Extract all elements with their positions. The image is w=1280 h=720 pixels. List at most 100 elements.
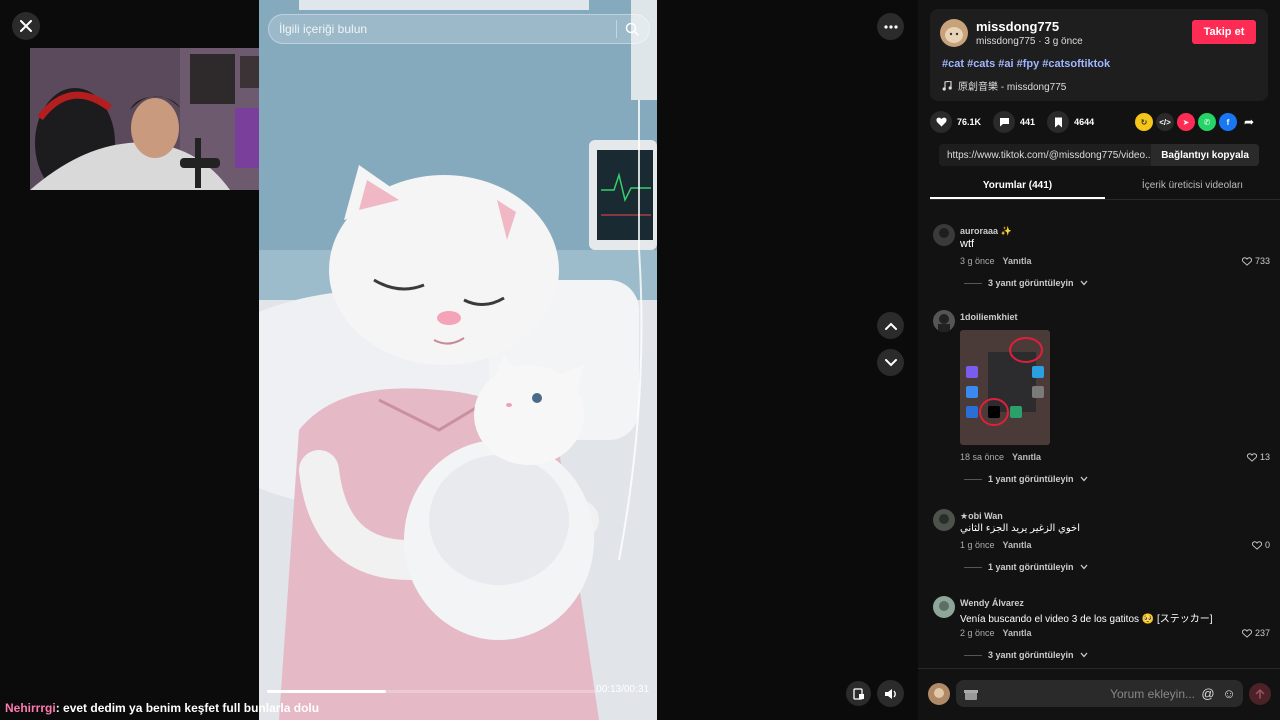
mention-icon[interactable]: @ [1200, 686, 1216, 702]
video-info-card: missdong775 missdong775 · 3 g önce Takip… [930, 9, 1268, 101]
floating-player-button[interactable] [846, 681, 871, 706]
reply-button[interactable]: Yanıtla [1003, 540, 1032, 550]
save-stat[interactable]: 4644 [1047, 111, 1094, 133]
reply-button[interactable]: Yanıtla [1012, 452, 1041, 462]
commenter-avatar[interactable] [933, 509, 955, 531]
commenter-avatar[interactable] [933, 596, 955, 618]
comment-like[interactable]: 13 [1246, 452, 1270, 462]
more-options-button[interactable] [877, 13, 904, 40]
comment-meta: 18 sa önce Yanıtla [960, 452, 1041, 462]
heart-icon [935, 117, 947, 127]
search-icon[interactable] [625, 22, 639, 36]
chevron-down-icon [1080, 652, 1088, 658]
commenter-avatar[interactable] [933, 310, 955, 332]
volume-icon [884, 688, 896, 699]
comment-like[interactable]: 237 [1241, 628, 1270, 638]
details-panel: missdong775 missdong775 · 3 g önce Takip… [918, 0, 1280, 720]
view-replies-label: 3 yanıt görüntüleyin [988, 650, 1074, 660]
close-icon [20, 20, 32, 32]
search-input[interactable] [279, 22, 608, 36]
music-info[interactable]: 原創音樂 - missdong775 [942, 78, 1066, 93]
video-link-box: https://www.tiktok.com/@missdong775/vide… [939, 144, 1259, 166]
view-replies-label: 3 yanıt görüntüleyin [988, 278, 1074, 288]
like-stat[interactable]: 76.1K [930, 111, 981, 133]
comment-text: اخوي الزغير يريد الجزء الثاني [960, 523, 1081, 534]
progress-fill [267, 690, 386, 693]
like-count: 76.1K [957, 117, 982, 127]
author-name[interactable]: missdong775 [976, 19, 1059, 34]
author-avatar[interactable] [940, 19, 968, 47]
commenter-avatar[interactable] [933, 224, 955, 246]
send-to-friends-icon[interactable]: ➤ [1177, 113, 1195, 131]
view-replies-button[interactable]: 3 yanıt görüntüleyin [964, 650, 1088, 660]
embed-icon[interactable]: </> [1156, 113, 1174, 131]
video-player[interactable]: 00:13/00:31 [259, 0, 657, 720]
commenter-name[interactable]: auroraaa ✨ [960, 226, 1012, 237]
heart-outline-icon [1251, 540, 1262, 550]
chevron-down-icon [884, 358, 897, 366]
hashtags[interactable]: #cat #cats #ai #fpy #catsoftiktok [942, 58, 1110, 70]
chevron-down-icon [1080, 280, 1088, 286]
stream-chat-message: Nehirrrgi: evet dedim ya benim keşfet fu… [5, 701, 319, 715]
comment-like[interactable]: 733 [1241, 256, 1270, 266]
follow-button[interactable]: Takip et [1192, 20, 1256, 44]
share-options: ↻ </> ➤ ✆ f ➦ [1135, 113, 1258, 131]
emoji-icon[interactable]: ☺ [1221, 686, 1237, 702]
commenter-name[interactable]: Wendy Álvarez [960, 598, 1024, 608]
repost-icon[interactable]: ↻ [1135, 113, 1153, 131]
comment-composer: @ ☺ [918, 668, 1280, 720]
current-user-avatar[interactable] [928, 683, 950, 705]
comment-like-count: 237 [1254, 628, 1270, 638]
send-comment-button[interactable] [1249, 683, 1271, 705]
comment-like-count: 0 [1264, 540, 1270, 550]
comment-like[interactable]: 0 [1251, 540, 1270, 550]
music-note-icon [942, 80, 952, 91]
comment-text: Venía buscando el video 3 de los gatitos… [960, 614, 1213, 625]
chevron-up-icon [884, 322, 897, 330]
view-replies-label: 1 yanıt görüntüleyin [988, 474, 1074, 484]
tab-creator-videos[interactable]: İçerik üreticisi videoları [1105, 174, 1280, 199]
search-bar[interactable] [268, 14, 650, 44]
save-count: 4644 [1074, 117, 1095, 127]
volume-button[interactable] [877, 680, 904, 707]
previous-video-button[interactable] [877, 312, 904, 339]
reply-button[interactable]: Yanıtla [1003, 256, 1032, 266]
tab-comments[interactable]: Yorumlar (441) [930, 174, 1105, 199]
arrow-up-icon [1255, 689, 1265, 699]
chevron-down-icon [1080, 476, 1088, 482]
next-video-button[interactable] [877, 349, 904, 376]
chevron-down-icon [1080, 564, 1088, 570]
bookmark-icon [1054, 117, 1062, 127]
comment-stat[interactable]: 441 [993, 111, 1035, 133]
facebook-icon[interactable]: f [1219, 113, 1237, 131]
view-replies-label: 1 yanıt görüntüleyin [988, 562, 1074, 572]
comment-screenshot-image[interactable] [960, 330, 1050, 445]
comment-like-count: 733 [1254, 256, 1270, 266]
comment-input[interactable] [978, 686, 1195, 701]
view-replies-button[interactable]: 1 yanıt görüntüleyin [964, 474, 1088, 484]
comment-meta: 3 g önce Yanıtla [960, 256, 1032, 266]
comment-time: 1 g önce [960, 540, 995, 550]
comment-time: 2 g önce [960, 628, 995, 638]
progress-bar[interactable] [267, 690, 597, 693]
commenter-name[interactable]: ★obi Wan [960, 511, 1003, 522]
reply-button[interactable]: Yanıtla [1003, 628, 1032, 638]
chat-text: : evet dedim ya benim keşfet full bunlar… [55, 701, 320, 715]
whatsapp-icon[interactable]: ✆ [1198, 113, 1216, 131]
comment-box: @ ☺ [956, 680, 1243, 707]
gift-icon[interactable] [964, 687, 978, 701]
heart-outline-icon [1241, 256, 1252, 266]
view-replies-button[interactable]: 1 yanıt görüntüleyin [964, 562, 1088, 572]
video-link[interactable]: https://www.tiktok.com/@missdong775/vide… [939, 150, 1151, 161]
chat-username: Nehirrrgi [5, 701, 56, 715]
comment-like-count: 13 [1259, 452, 1270, 462]
copy-link-button[interactable]: Bağlantıyı kopyala [1151, 144, 1259, 166]
comment-meta: 2 g önce Yanıtla [960, 628, 1032, 638]
close-button[interactable] [12, 12, 40, 40]
share-arrow-icon[interactable]: ➦ [1240, 113, 1258, 131]
comment-list: auroraaa ✨ wtf 3 g önce Yanıtla 733 3 yan… [918, 212, 1280, 667]
comment-text: wtf [960, 238, 975, 250]
view-replies-button[interactable]: 3 yanıt görüntüleyin [964, 278, 1088, 288]
commenter-name[interactable]: 1doiliemkhiet [960, 312, 1018, 322]
pip-icon [852, 687, 864, 700]
